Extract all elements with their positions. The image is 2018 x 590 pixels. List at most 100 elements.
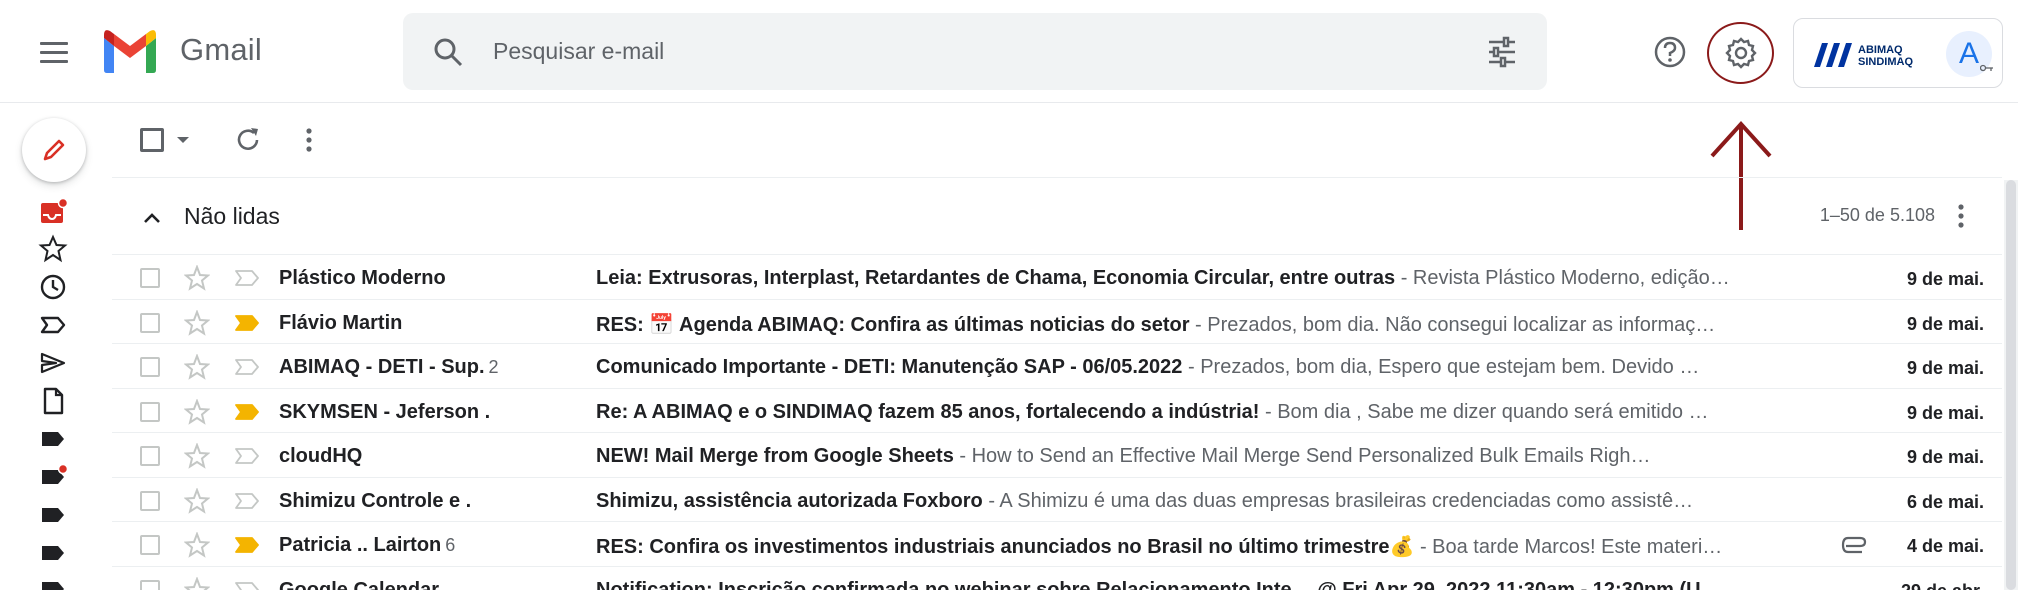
help-icon[interactable] (1652, 34, 1688, 70)
org-logo-line2: SINDIMAQ (1858, 56, 1913, 68)
row-checkbox[interactable] (140, 535, 160, 555)
sender-name: Patricia .. Lairton (279, 534, 442, 556)
email-row[interactable]: Shimizu Controle e . Shimizu, assistênci… (112, 476, 2002, 522)
main-menu-button[interactable] (32, 32, 76, 72)
select-all-checkbox[interactable] (140, 128, 164, 152)
sender-name: Google Calendar (279, 578, 440, 590)
annotation-arrow-icon (1710, 121, 1772, 230)
email-snippet: - Boa tarde Marcos! Este materi… (1414, 536, 1723, 558)
star-icon[interactable] (184, 398, 210, 425)
email-date: 29 de abr. (1874, 581, 1984, 590)
settings-button[interactable] (1707, 22, 1774, 84)
importance-marker-icon[interactable] (234, 581, 260, 590)
sent-icon[interactable] (38, 348, 68, 378)
app-name[interactable]: Gmail (180, 32, 262, 68)
email-row[interactable]: Patricia .. Lairton 6 RES: Confira os inv… (112, 521, 2002, 566)
importance-marker-icon[interactable] (234, 269, 260, 287)
importance-marker-icon[interactable] (234, 403, 260, 421)
search-icon[interactable] (431, 35, 465, 69)
star-icon[interactable] (184, 487, 210, 514)
inbox-icon[interactable] (38, 198, 68, 228)
pencil-icon (43, 139, 65, 161)
email-snippet: - Revista Plástico Moderno, edição… (1395, 267, 1730, 289)
email-date: 9 de mai. (1906, 447, 1984, 467)
org-logo-line1: ABIMAQ (1858, 44, 1903, 56)
row-checkbox[interactable] (140, 357, 160, 377)
pagination-info[interactable]: 1–50 de 5.108 (1780, 205, 1935, 226)
email-row[interactable]: cloudHQ NEW! Mail Merge from Google Shee… (112, 432, 2002, 477)
gmail-logo[interactable] (100, 28, 160, 74)
row-checkbox[interactable] (140, 446, 160, 466)
thread-count: 2 (488, 357, 499, 377)
importance-marker-icon[interactable] (234, 536, 260, 554)
email-content: RES: Confira os investimentos industriai… (596, 534, 1935, 559)
email-row[interactable]: ABIMAQ - DETI - Sup. 2 Comunicado Importa… (112, 343, 2002, 388)
search-input[interactable] (493, 33, 1393, 69)
email-row[interactable]: Google Calendar Notification: Inscrição … (112, 565, 2002, 590)
row-checkbox[interactable] (140, 401, 160, 422)
more-options-icon[interactable] (298, 124, 320, 156)
sender-name: ABIMAQ - DETI - Sup. (279, 356, 485, 378)
importance-marker-icon[interactable] (234, 447, 260, 465)
star-icon[interactable] (184, 443, 210, 469)
sender-name: SKYMSEN - Jeferson . (279, 400, 491, 423)
email-sender: Google Calendar (279, 579, 579, 590)
star-icon[interactable] (184, 576, 210, 590)
email-date: 9 de mai. (1906, 402, 1984, 423)
label-icon[interactable] (38, 500, 68, 530)
importance-marker-icon[interactable] (234, 358, 260, 376)
email-subject: Comunicado Importante - DETI: Manutenção… (596, 356, 1183, 378)
search-options-icon[interactable] (1485, 35, 1519, 69)
menu-bar (40, 41, 68, 45)
row-checkbox[interactable] (140, 579, 160, 590)
sender-name: cloudHQ (279, 445, 363, 467)
drafts-icon[interactable] (38, 386, 68, 416)
refresh-icon[interactable] (232, 124, 264, 156)
label-icon[interactable] (38, 538, 68, 568)
section-title[interactable]: Não lidas (184, 203, 280, 230)
important-icon[interactable] (38, 310, 68, 340)
star-icon[interactable] (184, 265, 210, 291)
key-icon (1980, 64, 1993, 72)
email-subject: Notification: Inscrição confirmada no we… (596, 578, 1721, 590)
select-menu-chevron-down-icon[interactable] (177, 137, 189, 143)
star-icon[interactable] (184, 532, 210, 558)
email-row[interactable]: Flávio Martin RES: 📅 Agenda ABIMAQ: Conf… (112, 298, 2002, 344)
scrollbar-thumb[interactable] (2006, 180, 2016, 590)
email-subject: Leia: Extrusoras, Interplast, Retardante… (596, 267, 1396, 289)
importance-marker-icon[interactable] (234, 314, 260, 332)
email-content: Leia: Extrusoras, Interplast, Retardante… (596, 267, 1935, 290)
snoozed-icon[interactable] (38, 272, 68, 302)
account-switcher[interactable]: ABIMAQ SINDIMAQ A (1793, 18, 2003, 88)
email-subject: Shimizu, assistência autorizada Foxboro (596, 489, 983, 512)
email-content: Notification: Inscrição confirmada no we… (596, 579, 1935, 590)
star-icon[interactable] (184, 354, 210, 380)
label-icon[interactable] (38, 462, 68, 492)
search-bar[interactable] (403, 13, 1547, 90)
email-snippet: - A Shimizu é uma das duas empresas bras… (982, 489, 1694, 512)
email-date: 9 de mai. (1906, 358, 1984, 378)
starred-icon[interactable] (38, 234, 68, 264)
email-row[interactable]: SKYMSEN - Jeferson . Re: A ABIMAQ e o SI… (112, 387, 2002, 433)
email-subject: Re: A ABIMAQ e o SINDIMAQ fazem 85 anos,… (596, 400, 1260, 423)
email-subject: RES: Confira os investimentos industriai… (596, 536, 1415, 558)
email-row[interactable]: Plástico Moderno Leia: Extrusoras, Inter… (112, 254, 2002, 299)
section-more-icon[interactable] (1950, 200, 1972, 232)
compose-button[interactable] (22, 118, 86, 182)
divider (112, 177, 2002, 178)
label-icon[interactable] (38, 574, 68, 590)
top-bar: Gmail Pesquisar e-mail ABIMAQ SINDIMAQ A (0, 0, 2018, 103)
star-icon[interactable] (184, 309, 210, 336)
row-checkbox[interactable] (140, 268, 160, 288)
label-icon[interactable] (38, 424, 68, 454)
gear-icon (1724, 37, 1757, 69)
row-checkbox[interactable] (140, 312, 160, 333)
menu-bar (40, 50, 68, 54)
email-sender: Patricia .. Lairton 6 (279, 534, 579, 557)
row-checkbox[interactable] (140, 490, 160, 511)
importance-marker-icon[interactable] (234, 492, 260, 510)
sender-name: Shimizu Controle e . (279, 489, 472, 512)
chevron-up-icon[interactable] (140, 206, 164, 230)
organization-logo: ABIMAQ SINDIMAQ (1814, 43, 1913, 68)
email-snippet: - Prezados, bom dia, Espero que estejam … (1182, 356, 1700, 378)
